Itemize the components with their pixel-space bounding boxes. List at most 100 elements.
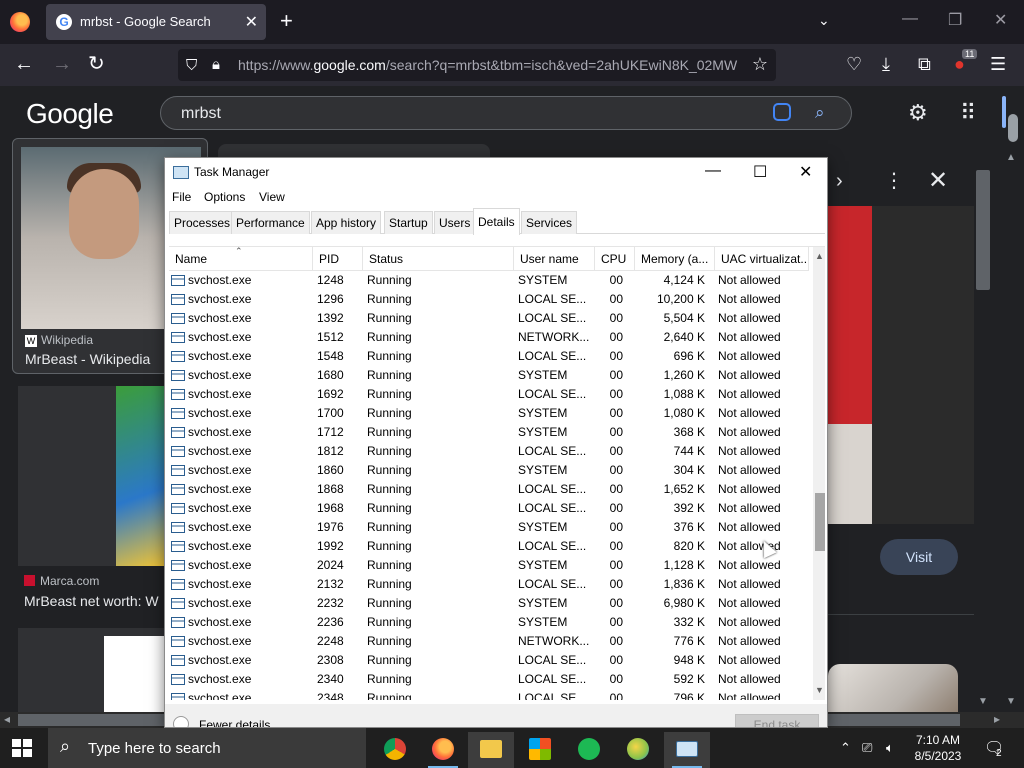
tab-processes[interactable]: Processes bbox=[169, 211, 236, 234]
file-explorer-icon[interactable] bbox=[468, 732, 514, 768]
related-image[interactable] bbox=[828, 664, 958, 718]
url-text[interactable]: https://www.google.com/search?q=mrbst&tb… bbox=[238, 57, 738, 73]
result-caption[interactable]: MrBeast - Wikipedia bbox=[25, 351, 150, 367]
account-edge[interactable] bbox=[1002, 96, 1006, 128]
tab-users[interactable]: Users bbox=[434, 211, 476, 234]
column-status[interactable]: Status bbox=[363, 247, 514, 271]
browser-tab[interactable]: G mrbst - Google Search ✕ bbox=[46, 4, 266, 40]
more-vert-icon[interactable]: ⋮ bbox=[884, 168, 904, 193]
table-row[interactable]: svchost.exe 1712 Running SYSTEM 00 368 K Not a… bbox=[169, 423, 809, 442]
clock[interactable]: 7:10 AM 8/5/2023 bbox=[912, 732, 964, 764]
next-arrow-icon[interactable]: › bbox=[836, 170, 843, 193]
firefox-icon[interactable] bbox=[10, 12, 30, 32]
chevron-up-icon[interactable]: ⌃ bbox=[840, 740, 851, 756]
taskbar-search[interactable]: ⌕ Type here to search bbox=[48, 728, 366, 768]
table-row[interactable]: svchost.exe 1392 Running LOCAL SE... 00 5,504… bbox=[169, 309, 809, 328]
end-task-button[interactable]: End task bbox=[735, 714, 819, 727]
column-cpu[interactable]: CPU bbox=[595, 247, 635, 271]
table-scrollbar[interactable]: ▲ ▼ bbox=[813, 247, 825, 700]
extensions-icon[interactable]: ⧉ bbox=[918, 54, 931, 74]
scroll-down-icon[interactable]: ▼ bbox=[815, 685, 824, 695]
table-row[interactable]: svchost.exe 1512 Running NETWORK... 00 2,640 … bbox=[169, 328, 809, 347]
table-row[interactable]: svchost.exe 2340 Running LOCAL SE... 00 592 K… bbox=[169, 670, 809, 689]
table-row[interactable]: svchost.exe 2232 Running SYSTEM 00 6,980 K Not… bbox=[169, 594, 809, 613]
table-row[interactable]: svchost.exe 1976 Running SYSTEM 00 376 K Not a… bbox=[169, 518, 809, 537]
scroll-down-icon[interactable]: ▼ bbox=[978, 696, 988, 707]
shield-icon[interactable]: ⛉ bbox=[186, 57, 197, 74]
tab-app-history[interactable]: App history bbox=[311, 211, 382, 234]
preview-scrollbar[interactable]: ▼ bbox=[976, 170, 992, 718]
search-placeholder[interactable]: Type here to search bbox=[88, 740, 221, 757]
column-uac[interactable]: UAC virtualizat... bbox=[715, 247, 809, 271]
menu-view[interactable]: View bbox=[259, 190, 285, 204]
search-icon[interactable]: ⌕ bbox=[815, 103, 825, 123]
scroll-up-icon[interactable]: ▲ bbox=[1006, 152, 1016, 163]
table-row[interactable]: svchost.exe 1868 Running LOCAL SE... 00 1,652… bbox=[169, 480, 809, 499]
star-icon[interactable]: ☆ bbox=[752, 54, 768, 75]
image-result-card[interactable] bbox=[18, 628, 168, 713]
task-manager-taskbar-icon[interactable] bbox=[664, 732, 710, 768]
close-icon[interactable]: ✕ bbox=[799, 162, 812, 182]
fewer-details-link[interactable]: Fewer details bbox=[199, 718, 270, 727]
firefox-taskbar-icon[interactable] bbox=[420, 732, 466, 768]
table-row[interactable]: svchost.exe 2236 Running SYSTEM 00 332 K Not a… bbox=[169, 613, 809, 632]
menu-options[interactable]: Options bbox=[204, 190, 245, 204]
network-icon[interactable]: ⎚ bbox=[862, 740, 872, 756]
back-icon[interactable]: ← bbox=[14, 54, 34, 74]
apps-grid-icon[interactable]: ⠿ bbox=[960, 100, 976, 126]
picture-viewer-icon[interactable] bbox=[615, 732, 661, 768]
result-image[interactable] bbox=[104, 636, 168, 713]
list-all-tabs-icon[interactable]: ⌄ bbox=[818, 12, 830, 29]
close-preview-icon[interactable]: ✕ bbox=[928, 166, 948, 195]
tab-performance[interactable]: Performance bbox=[231, 211, 310, 234]
close-tab-icon[interactable]: ✕ bbox=[245, 12, 258, 32]
table-row[interactable]: svchost.exe 2132 Running LOCAL SE... 00 1,836… bbox=[169, 575, 809, 594]
minimize-icon[interactable]: — bbox=[705, 162, 721, 180]
column-memory[interactable]: Memory (a... bbox=[635, 247, 715, 271]
forward-icon[interactable]: → bbox=[52, 54, 72, 74]
table-row[interactable]: svchost.exe 2024 Running SYSTEM 00 1,128 K Not… bbox=[169, 556, 809, 575]
title-bar[interactable]: Task Manager — ☐ ✕ bbox=[165, 158, 827, 188]
chrome-icon[interactable] bbox=[372, 732, 418, 768]
menu-file[interactable]: File bbox=[172, 190, 191, 204]
table-row[interactable]: svchost.exe 1812 Running LOCAL SE... 00 744 K… bbox=[169, 442, 809, 461]
google-logo[interactable]: Google bbox=[26, 98, 114, 130]
spotify-icon[interactable] bbox=[566, 732, 612, 768]
gear-icon[interactable]: ⚙ bbox=[908, 100, 928, 126]
image-result-marca[interactable] bbox=[18, 386, 168, 566]
result-source[interactable]: Marca.com bbox=[24, 574, 99, 588]
table-row[interactable]: svchost.exe 1680 Running SYSTEM 00 1,260 K Not… bbox=[169, 366, 809, 385]
restore-icon[interactable]: ❐ bbox=[948, 10, 962, 30]
scroll-up-icon[interactable]: ▲ bbox=[815, 251, 824, 261]
table-row[interactable]: svchost.exe 1992 Running LOCAL SE... 00 820 K… bbox=[169, 537, 809, 556]
lock-icon[interactable]: 🔒︎ bbox=[212, 56, 220, 73]
table-row[interactable]: svchost.exe 1968 Running LOCAL SE... 00 392 K… bbox=[169, 499, 809, 518]
table-row[interactable]: svchost.exe 1248 Running SYSTEM 00 4,124 K Not… bbox=[169, 271, 809, 290]
table-row[interactable]: svchost.exe 2308 Running LOCAL SE... 00 948 K… bbox=[169, 651, 809, 670]
tab-details[interactable]: Details bbox=[473, 208, 520, 235]
table-row[interactable]: svchost.exe 1548 Running LOCAL SE... 00 696 K… bbox=[169, 347, 809, 366]
scroll-down-icon[interactable]: ▼ bbox=[1006, 696, 1016, 707]
pocket-icon[interactable]: ♡ bbox=[846, 54, 862, 74]
table-row[interactable]: svchost.exe 2348 Running LOCAL SE... 00 796 K… bbox=[169, 689, 809, 700]
volume-icon[interactable]: 🔈︎ bbox=[886, 740, 894, 756]
minimize-icon[interactable]: — bbox=[902, 10, 918, 28]
table-row[interactable]: svchost.exe 1700 Running SYSTEM 00 1,080 K Not… bbox=[169, 404, 809, 423]
table-row[interactable]: svchost.exe 1860 Running SYSTEM 00 304 K Not a… bbox=[169, 461, 809, 480]
chevron-up-icon[interactable] bbox=[173, 716, 189, 727]
scrollbar-thumb[interactable] bbox=[1008, 114, 1018, 142]
microsoft-store-icon[interactable] bbox=[517, 732, 563, 768]
tab-services[interactable]: Services bbox=[521, 211, 578, 234]
search-query[interactable]: mrbst bbox=[181, 105, 221, 123]
download-icon[interactable]: ⤓ bbox=[882, 54, 890, 74]
page-scrollbar[interactable]: ▲ ▼ bbox=[1004, 114, 1022, 712]
table-row[interactable]: svchost.exe 2248 Running NETWORK... 00 776 K N… bbox=[169, 632, 809, 651]
lens-icon[interactable] bbox=[773, 103, 791, 121]
visit-button[interactable]: Visit bbox=[880, 539, 958, 575]
result-caption[interactable]: MrBeast net worth: W bbox=[24, 593, 164, 609]
search-input[interactable]: mrbst ⌕ bbox=[160, 96, 852, 130]
table-row[interactable]: svchost.exe 1296 Running LOCAL SE... 00 10,20… bbox=[169, 290, 809, 309]
column-user-name[interactable]: User name bbox=[514, 247, 595, 271]
column-pid[interactable]: PID bbox=[313, 247, 363, 271]
maximize-icon[interactable]: ☐ bbox=[753, 162, 767, 182]
